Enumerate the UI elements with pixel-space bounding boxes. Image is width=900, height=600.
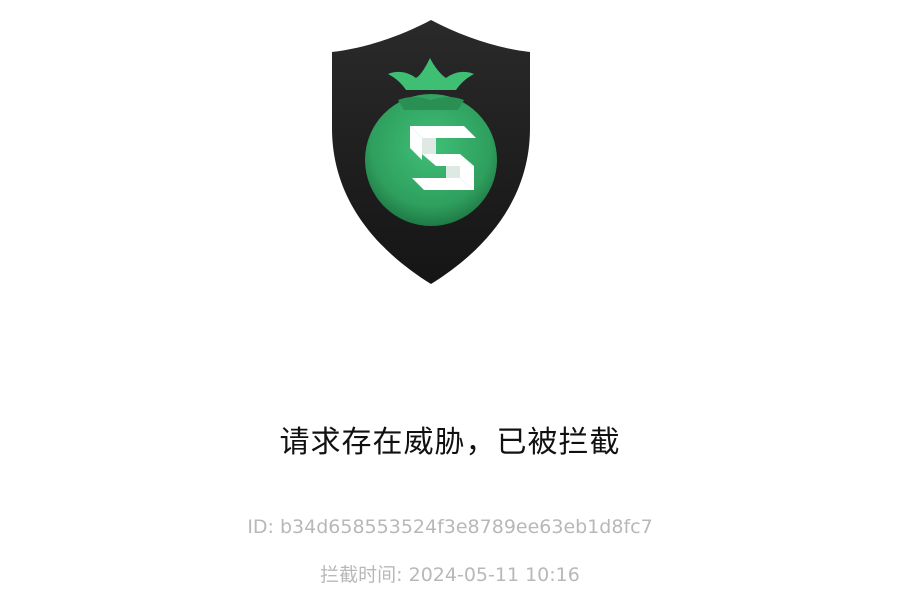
block-title: 请求存在威胁，已被拦截: [279, 425, 621, 460]
request-id-text: ID: b34d658553524f3e8789ee63eb1d8fc7: [247, 516, 653, 538]
shield-s-logo-icon: [326, 18, 536, 286]
block-page: 请求存在威胁，已被拦截 ID: b34d658553524f3e8789ee63…: [0, 0, 900, 600]
block-time-text: 拦截时间: 2024-05-11 10:16: [320, 564, 580, 586]
